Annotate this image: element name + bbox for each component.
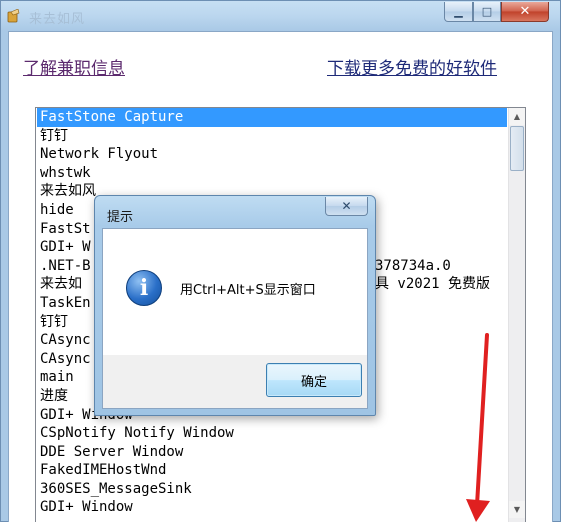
maximize-button[interactable]: □: [473, 2, 501, 22]
message-dialog: 提示 ✕ i 用Ctrl+Alt+S显示窗口 确定: [94, 195, 376, 416]
dialog-message-area: i 用Ctrl+Alt+S显示窗口: [103, 229, 367, 355]
red-arrow-annotation: [466, 333, 490, 522]
close-button[interactable]: ✕: [501, 2, 549, 22]
list-item[interactable]: GDI+ Window: [37, 498, 507, 517]
list-item[interactable]: 钉钉: [37, 127, 507, 146]
feather-app-icon: [7, 9, 20, 23]
list-item[interactable]: CSpNotify Notify Window: [37, 424, 507, 443]
dialog-body: i 用Ctrl+Alt+S显示窗口 确定: [102, 228, 368, 409]
scroll-thumb[interactable]: [510, 126, 524, 171]
dialog-close-button[interactable]: ✕: [325, 197, 368, 216]
close-icon: ✕: [341, 199, 352, 213]
chevron-up-icon: ▲: [513, 112, 521, 121]
dialog-title: 提示: [107, 210, 134, 225]
maximize-icon: □: [481, 5, 493, 18]
list-item-tail-text: 具 v2021 免费版: [375, 276, 491, 293]
chevron-down-icon: ▼: [513, 505, 521, 514]
vertical-scrollbar[interactable]: ▲ ▼: [508, 108, 525, 522]
info-icon: i: [126, 270, 162, 306]
download-more-software-link[interactable]: 下载更多免费的好软件: [327, 54, 497, 79]
list-item[interactable]: Network Flyout: [37, 145, 507, 164]
dialog-message: 用Ctrl+Alt+S显示窗口: [180, 283, 316, 298]
list-item[interactable]: DDE Server Window: [37, 443, 507, 462]
title-bar[interactable]: 来去如风 ▁ □ ✕: [1, 1, 560, 31]
window-title: 来去如风: [29, 12, 86, 27]
list-item[interactable]: 360SES_MessageSink: [37, 480, 507, 499]
minimize-button[interactable]: ▁: [444, 2, 473, 22]
list-item-tail-text: 378734a.0: [375, 257, 451, 274]
list-item[interactable]: FastStone Capture: [37, 108, 507, 127]
close-icon: ✕: [519, 4, 531, 19]
list-item[interactable]: whstwk: [37, 164, 507, 183]
scroll-up-button[interactable]: ▲: [509, 108, 525, 125]
minimize-icon: ▁: [454, 5, 463, 18]
list-item[interactable]: FakedIMEHostWnd: [37, 461, 507, 480]
ok-button[interactable]: 确定: [266, 363, 362, 397]
part-time-info-link[interactable]: 了解兼职信息: [23, 54, 125, 79]
scroll-down-button[interactable]: ▼: [509, 501, 525, 518]
